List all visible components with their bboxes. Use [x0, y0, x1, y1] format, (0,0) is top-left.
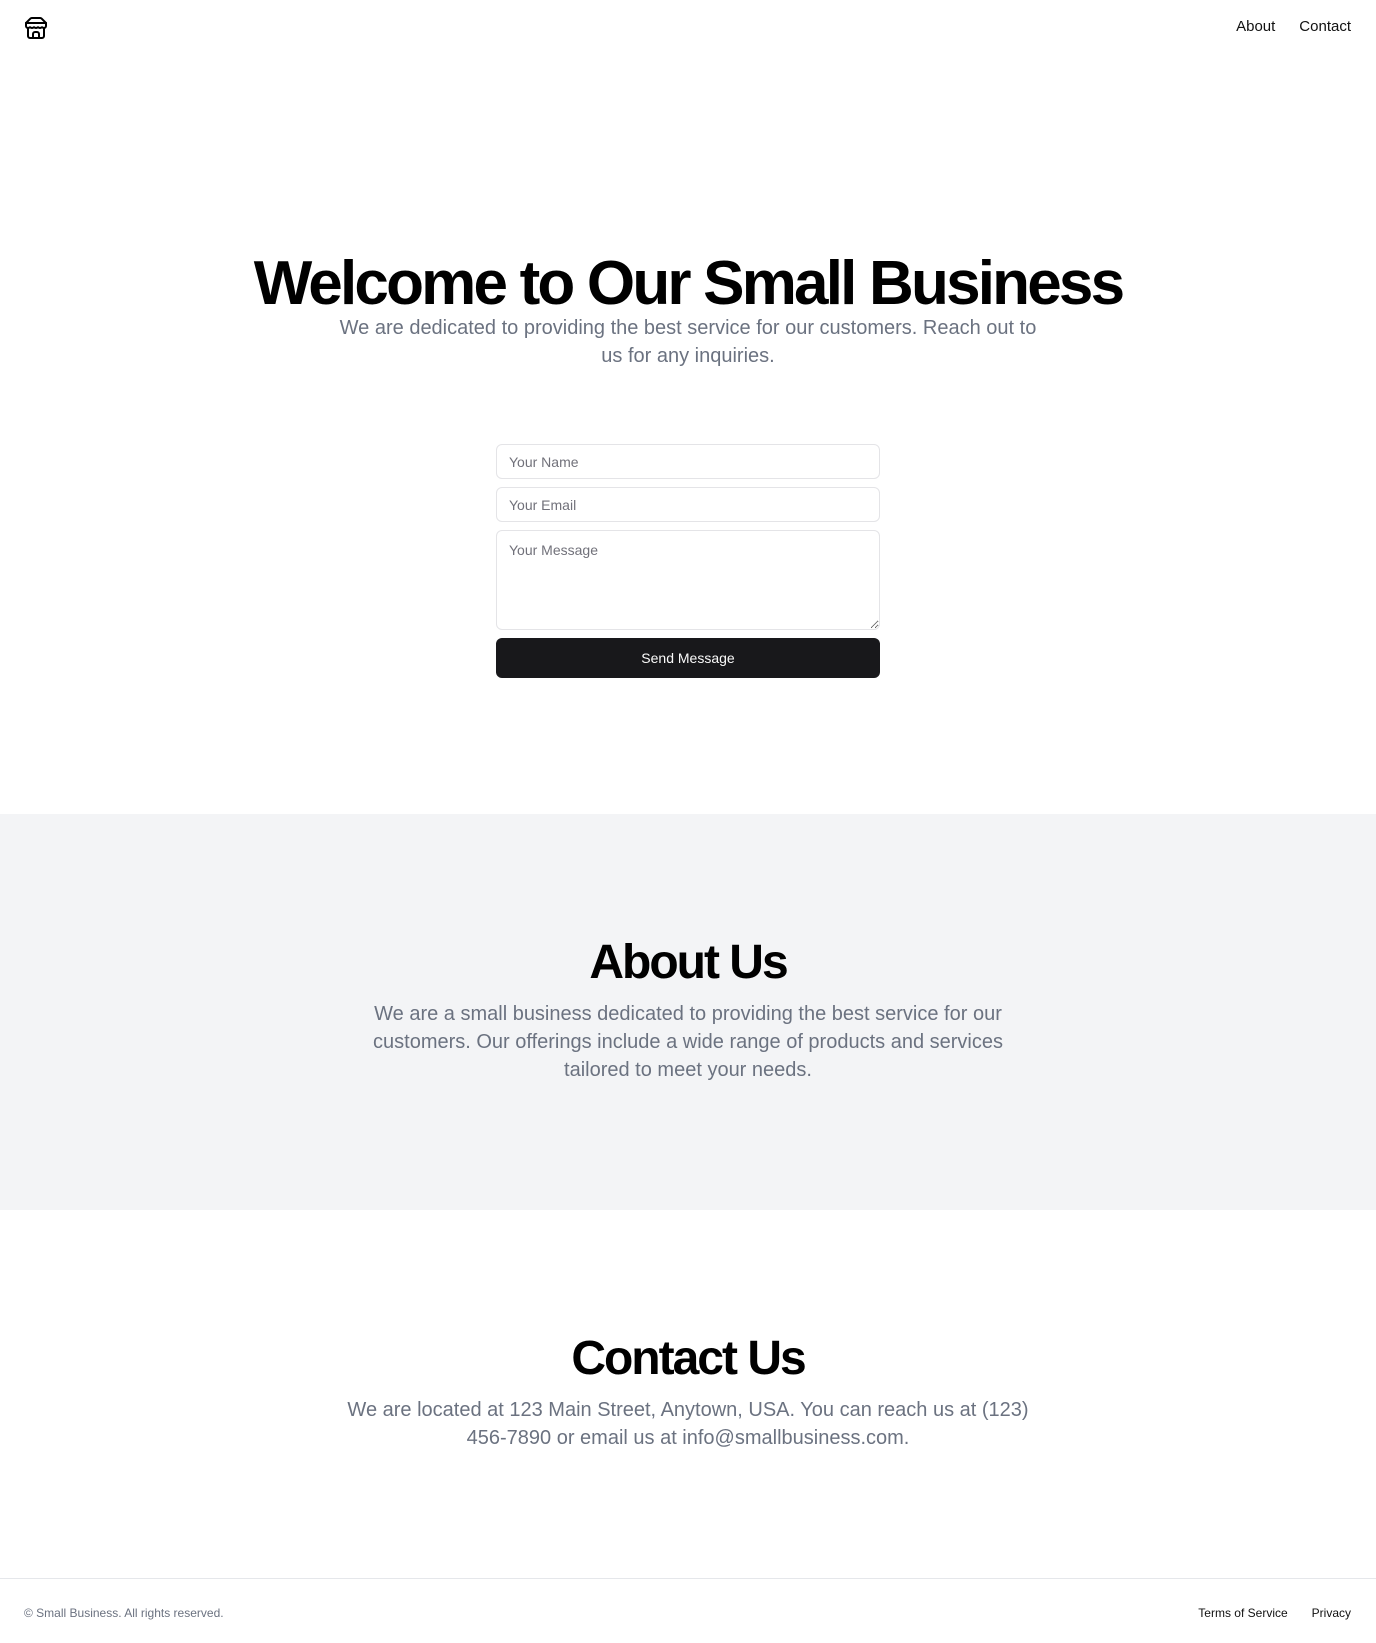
site-header: About Contact [0, 0, 1376, 56]
footer-nav: Terms of Service Privacy [1198, 1605, 1351, 1621]
message-textarea[interactable] [496, 530, 880, 630]
hero-section: Welcome to Our Small Business We are ded… [0, 56, 1376, 814]
about-title: About Us [589, 936, 788, 989]
main-nav: About Contact [1236, 17, 1351, 37]
contact-form: Send Message [496, 444, 880, 678]
contact-title: Contact Us [571, 1332, 806, 1385]
nav-link-contact[interactable]: Contact [1299, 17, 1351, 37]
contact-section: Contact Us We are located at 123 Main St… [0, 1210, 1376, 1578]
hero-title: Welcome to Our Small Business [253, 249, 1125, 318]
contact-text: We are located at 123 Main Street, Anyto… [347, 1399, 1029, 1449]
send-message-button[interactable]: Send Message [496, 638, 880, 678]
footer-link-privacy[interactable]: Privacy [1312, 1605, 1351, 1621]
copyright-text: © Small Business. All rights reserved. [24, 1606, 224, 1620]
footer-link-terms[interactable]: Terms of Service [1198, 1605, 1287, 1621]
nav-link-about[interactable]: About [1236, 17, 1275, 37]
store-icon[interactable] [24, 16, 48, 40]
email-input[interactable] [496, 487, 880, 522]
about-section: About Us We are a small business dedicat… [0, 814, 1376, 1210]
name-input[interactable] [496, 444, 880, 479]
hero-subtitle: We are dedicated to providing the best s… [339, 317, 1037, 367]
about-text: We are a small business dedicated to pro… [373, 1003, 1003, 1081]
site-footer: © Small Business. All rights reserved. T… [0, 1578, 1376, 1643]
